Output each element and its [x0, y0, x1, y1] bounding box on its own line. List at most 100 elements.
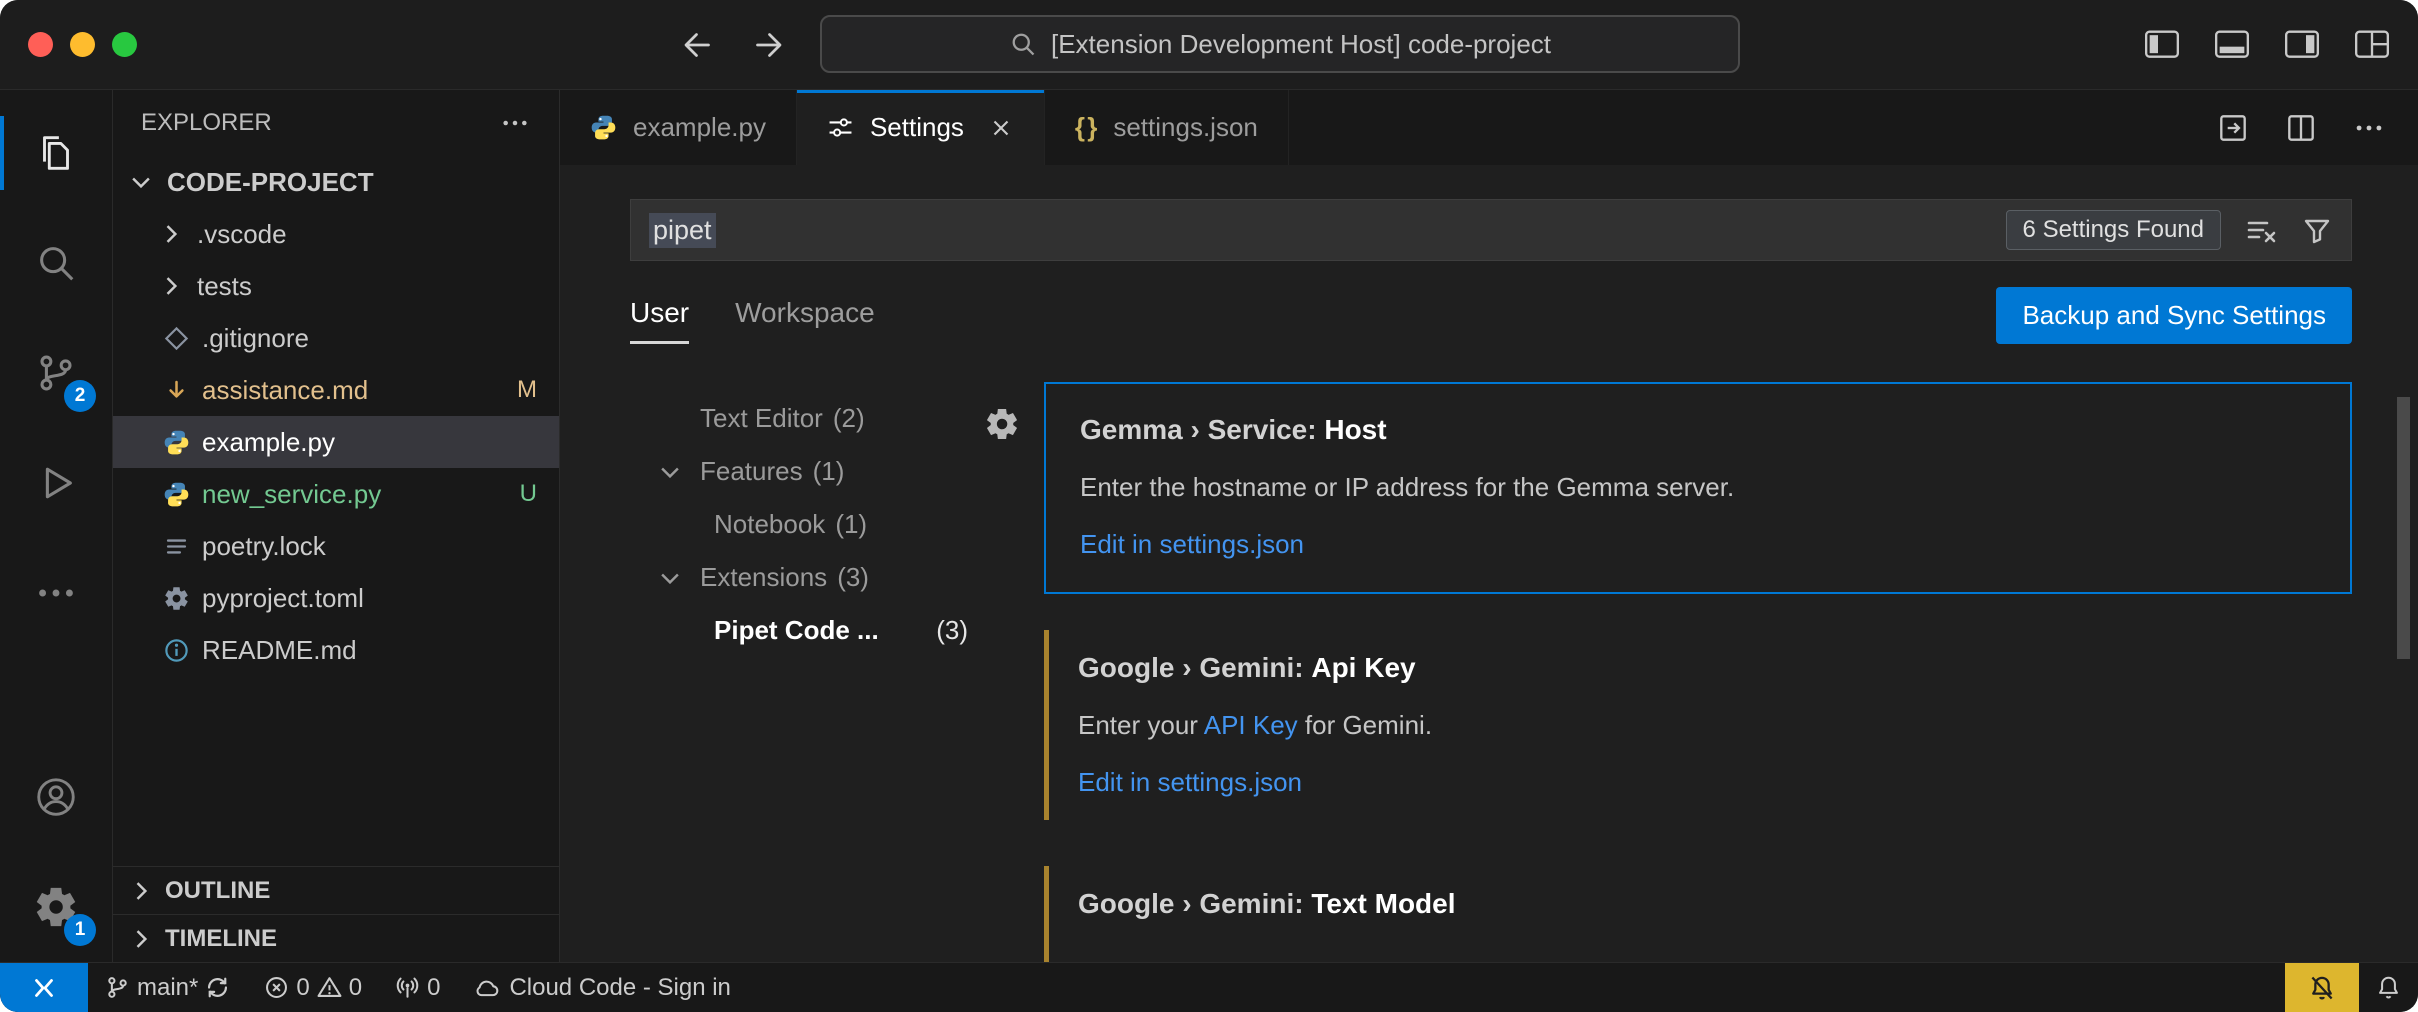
customize-layout-icon[interactable] [2352, 25, 2392, 65]
tab-settings-json[interactable]: { } settings.json [1045, 90, 1289, 165]
ports-count: 0 [427, 974, 440, 1002]
radio-tower-icon [394, 974, 421, 1001]
back-icon[interactable] [680, 27, 716, 63]
chevron-down-icon [656, 564, 684, 592]
activity-explorer-button[interactable] [0, 98, 112, 208]
python-file-icon [163, 429, 190, 456]
close-window-button[interactable] [28, 32, 53, 57]
close-tab-icon[interactable] [988, 115, 1014, 141]
toc-extensions[interactable]: Extensions (3) [630, 551, 982, 604]
timeline-section[interactable]: TIMELINE [113, 914, 559, 962]
status-bar: main* 0 0 0 Cloud Code - Sign i [0, 962, 2418, 1012]
setting-description: Enter your API Key for Gemini. [1078, 710, 2322, 741]
toc-count: (1) [835, 509, 867, 540]
settings-list: Gemma › Service: Host Enter the hostname… [982, 382, 2352, 962]
search-icon [1009, 30, 1037, 58]
toggle-sidebar-right-icon[interactable] [2282, 25, 2322, 65]
tree-file-new-service-py[interactable]: new_service.py U [113, 468, 559, 520]
chevron-right-icon [127, 877, 155, 905]
notifications-bell-item[interactable] [2359, 963, 2418, 1012]
tab-settings[interactable]: Settings [797, 90, 1045, 165]
tree-file-pyproject-toml[interactable]: pyproject.toml [113, 572, 559, 624]
cloud-code-label: Cloud Code - Sign in [509, 974, 730, 1002]
cloud-code-status-item[interactable]: Cloud Code - Sign in [456, 963, 746, 1012]
setting-google-gemini-api-key[interactable]: Google › Gemini: Api Key Enter your API … [1044, 622, 2352, 830]
sidebar-title: EXPLORER [141, 109, 272, 137]
problems-status-item[interactable]: 0 0 [247, 963, 378, 1012]
toc-text-editor[interactable]: Text Editor (2) [630, 392, 982, 445]
toggle-panel-icon[interactable] [2212, 25, 2252, 65]
tree-file-gitignore[interactable]: .gitignore [113, 312, 559, 364]
sync-icon [204, 974, 231, 1001]
settings-scrollbar[interactable] [2397, 397, 2410, 659]
tree-file-readme-md[interactable]: README.md [113, 624, 559, 676]
toc-features[interactable]: Features (1) [630, 445, 982, 498]
chevron-down-icon [656, 458, 684, 486]
toc-notebook[interactable]: Notebook (1) [630, 498, 982, 551]
activity-run-debug-button[interactable] [0, 428, 112, 538]
tree-file-assistance-md[interactable]: assistance.md M [113, 364, 559, 416]
toc-count: (1) [813, 456, 845, 487]
tab-example-py[interactable]: example.py [560, 90, 797, 165]
git-file-icon [163, 325, 190, 352]
explorer-more-actions-icon[interactable] [499, 107, 531, 139]
setting-gear-icon[interactable] [984, 406, 1020, 442]
folder-label: tests [197, 271, 537, 302]
toc-pipet-code[interactable]: Pipet Code ... (3) [630, 604, 982, 657]
accounts-button[interactable] [0, 742, 112, 852]
tree-file-example-py[interactable]: example.py [113, 416, 559, 468]
settings-gear-button[interactable]: 1 [0, 852, 112, 962]
api-key-link[interactable]: API Key [1204, 710, 1298, 740]
titlebar: [Extension Development Host] code-projec… [0, 0, 2418, 90]
setting-google-gemini-text-model[interactable]: Google › Gemini: Text Model [1044, 858, 2352, 952]
editor-area: example.py Settings { } settings.json [560, 90, 2418, 962]
search-icon [33, 240, 79, 286]
json-file-icon: { } [1075, 112, 1097, 143]
settings-scope-tabs: User Workspace Backup and Sync Settings [630, 287, 2352, 344]
activity-source-control-button[interactable]: 2 [0, 318, 112, 428]
scope-tab-user[interactable]: User [630, 297, 689, 344]
folder-label: .vscode [197, 219, 537, 250]
tree-folder-vscode[interactable]: .vscode [113, 208, 559, 260]
toc-label: Features [700, 456, 803, 487]
outline-section[interactable]: OUTLINE [113, 866, 559, 914]
open-changes-icon[interactable] [2216, 111, 2250, 145]
settings-sliders-icon [827, 114, 854, 141]
tree-root-code-project[interactable]: CODE-PROJECT [113, 156, 559, 208]
edit-in-settings-json-link[interactable]: Edit in settings.json [1080, 529, 2320, 560]
more-actions-icon[interactable] [2352, 111, 2386, 145]
toc-label: Notebook [714, 509, 825, 540]
settings-search-input[interactable]: pipet 6 Settings Found [630, 199, 2352, 261]
main-area: 2 1 [0, 90, 2418, 962]
command-center[interactable]: [Extension Development Host] code-projec… [820, 15, 1740, 73]
file-tree: CODE-PROJECT .vscode tests [113, 156, 559, 866]
maximize-window-button[interactable] [112, 32, 137, 57]
ports-status-item[interactable]: 0 [378, 963, 456, 1012]
toc-label: Pipet Code ... [714, 615, 879, 646]
minimize-window-button[interactable] [70, 32, 95, 57]
info-file-icon [163, 637, 190, 664]
activity-more-button[interactable] [0, 538, 112, 648]
tab-label: settings.json [1113, 112, 1258, 143]
backup-sync-settings-button[interactable]: Backup and Sync Settings [1996, 287, 2352, 344]
clear-search-icon[interactable] [2245, 214, 2277, 246]
scope-tab-workspace[interactable]: Workspace [735, 297, 875, 344]
error-count: 0 [296, 974, 309, 1002]
setting-gemma-service-host[interactable]: Gemma › Service: Host Enter the hostname… [1044, 382, 2352, 594]
tab-label: Settings [870, 112, 964, 143]
remote-indicator[interactable] [0, 963, 88, 1012]
split-editor-icon[interactable] [2284, 111, 2318, 145]
forward-icon[interactable] [750, 27, 786, 63]
tree-folder-tests[interactable]: tests [113, 260, 559, 312]
toggle-sidebar-left-icon[interactable] [2142, 25, 2182, 65]
edit-in-settings-json-link[interactable]: Edit in settings.json [1078, 767, 2322, 798]
setting-title: Gemma › Service: Host [1080, 414, 2320, 446]
results-count-badge: 6 Settings Found [2006, 210, 2221, 250]
activity-search-button[interactable] [0, 208, 112, 318]
tree-file-poetry-lock[interactable]: poetry.lock [113, 520, 559, 572]
branch-status-item[interactable]: main* [88, 963, 247, 1012]
filter-icon[interactable] [2301, 214, 2333, 246]
source-control-badge: 2 [64, 380, 96, 412]
extension-host-alert-item[interactable] [2285, 963, 2359, 1012]
chevron-right-icon [157, 220, 185, 248]
